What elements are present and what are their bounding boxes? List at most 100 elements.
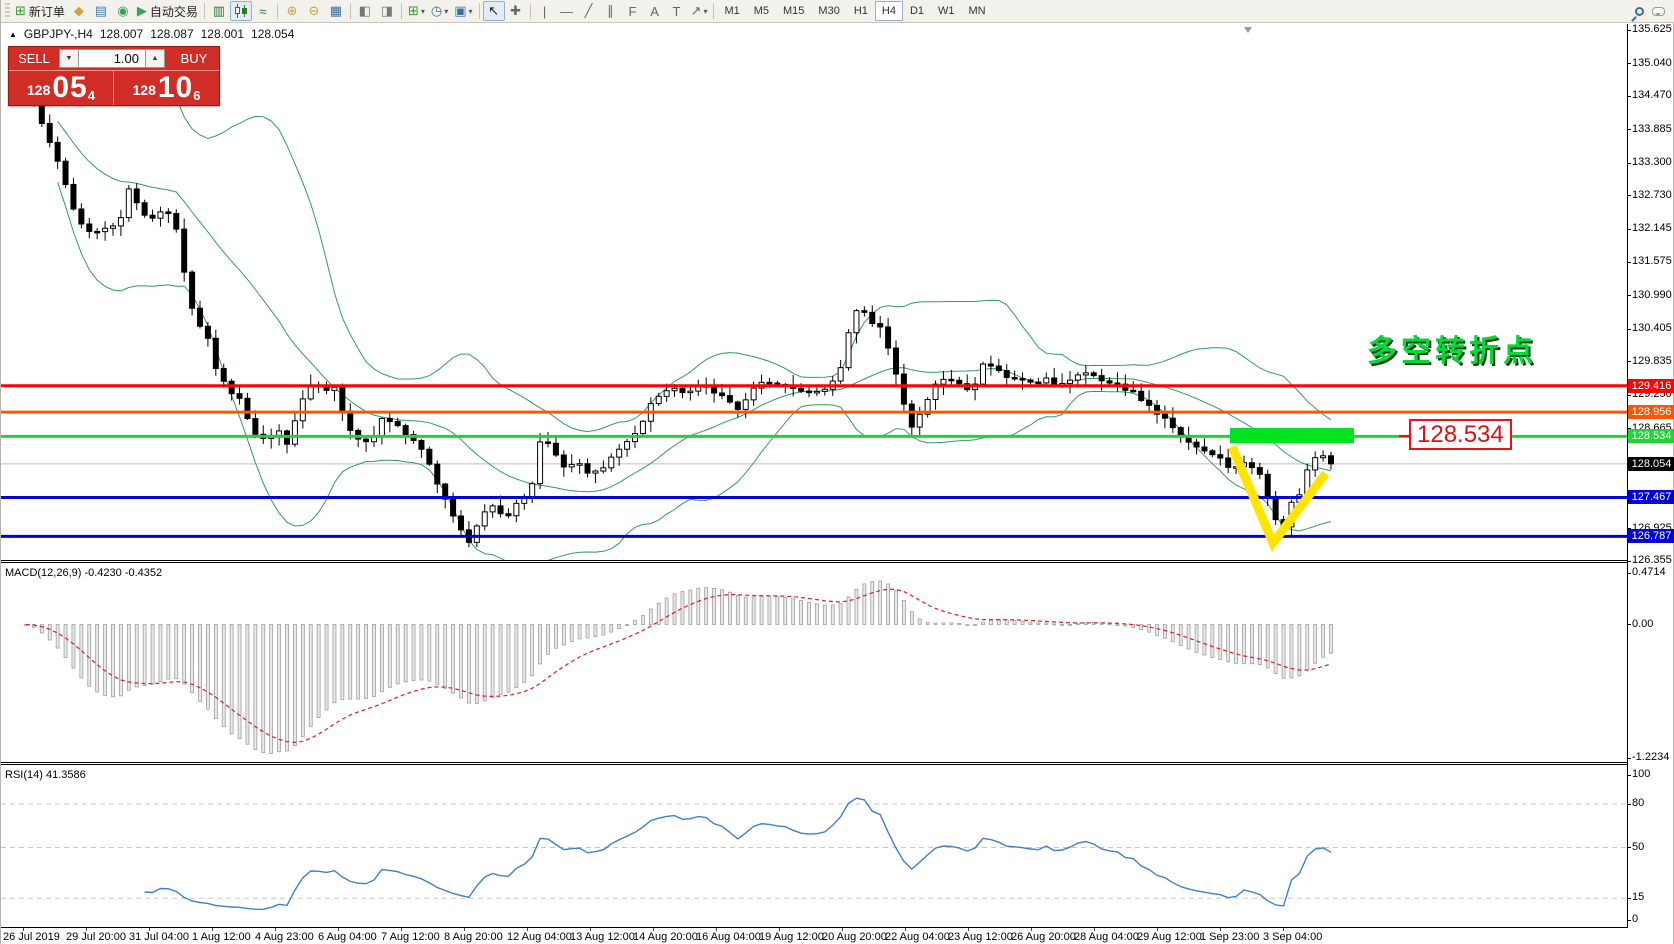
time-axis-label: 26 Aug 20:00 xyxy=(1011,931,1076,943)
timeframe-button-m30[interactable]: M30 xyxy=(811,1,846,21)
ohlc-close: 128.054 xyxy=(251,27,294,41)
time-axis-label: 12 Aug 04:00 xyxy=(507,931,572,943)
time-axis-label: 23 Aug 12:00 xyxy=(948,931,1013,943)
price-tick-mark xyxy=(1627,30,1631,31)
text-icon: A xyxy=(650,4,659,19)
dropdown-arrow-icon: ▾ xyxy=(421,7,425,16)
signals-button[interactable]: ◉ xyxy=(112,1,134,21)
auto-scroll-button[interactable]: ◧ xyxy=(354,1,376,21)
macd-tick-label: 0.4714 xyxy=(1632,566,1666,578)
crosshair-button[interactable]: ✚ xyxy=(505,1,527,21)
zoom-out-button[interactable]: ⊖ xyxy=(303,1,325,21)
price-tick-label: 133.300 xyxy=(1632,156,1672,168)
price-tick-mark xyxy=(1627,262,1631,263)
add-indicator-button[interactable]: ⊞▾ xyxy=(405,1,428,21)
line-chart-button[interactable]: ≈ xyxy=(252,1,274,21)
templates-button[interactable]: ▣▾ xyxy=(451,1,475,21)
time-axis-tick xyxy=(86,928,87,931)
time-axis-tick xyxy=(1220,928,1221,931)
toolbar-right-group xyxy=(1635,7,1673,16)
time-axis-tick xyxy=(527,928,528,931)
time-axis-tick xyxy=(149,928,150,931)
autotrading-button[interactable]: ▶自动交易 xyxy=(134,1,201,21)
macd-indicator-pane xyxy=(1,562,1627,763)
buy-button[interactable]: BUY xyxy=(169,47,219,70)
tile-windows-button[interactable]: ▦ xyxy=(325,1,347,21)
label-icon: T xyxy=(673,4,681,19)
vertical-line-icon: | xyxy=(543,4,546,19)
chat-icon[interactable] xyxy=(1652,7,1665,16)
sell-button[interactable]: SELL xyxy=(9,47,59,70)
channel-button[interactable]: ∥ xyxy=(600,1,622,21)
chart-annotation-text: 多空转折点 xyxy=(1367,326,1537,370)
new-order-label: 新订单 xyxy=(29,3,65,20)
bar-chart-button[interactable]: ▥ xyxy=(208,1,230,21)
time-axis-tick xyxy=(968,928,969,931)
rsi-tick-mark xyxy=(1627,920,1631,921)
market-watch-button[interactable]: ▤ xyxy=(90,1,112,21)
rsi-tick-mark xyxy=(1627,898,1631,899)
horizontal-line-button[interactable]: — xyxy=(556,1,578,21)
shapes-button[interactable]: ↗▾ xyxy=(688,1,711,21)
shapes-icon: ↗ xyxy=(691,3,702,19)
text-button[interactable]: A xyxy=(644,1,666,21)
timeframe-button-w1[interactable]: W1 xyxy=(931,1,962,21)
ask-prefix: 128 xyxy=(133,77,156,103)
new-order-button[interactable]: ⊞新订单 xyxy=(12,1,68,21)
price-tick-mark xyxy=(1627,229,1631,230)
chart-shift-button[interactable]: ◨ xyxy=(376,1,398,21)
time-axis-label: 29 Jul 20:00 xyxy=(66,931,126,943)
dropdown-arrow-icon: ▾ xyxy=(444,7,448,16)
rsi-tick-label: 80 xyxy=(1632,797,1644,809)
chart-ohlc-line: ▲ GBPJPY-,H4 128.007 128.087 128.001 128… xyxy=(9,27,294,41)
time-axis-tick xyxy=(1031,928,1032,931)
signals-icon: ◉ xyxy=(117,3,128,19)
price-tick-label: 131.575 xyxy=(1632,255,1672,267)
time-axis-label: 16 Aug 04:00 xyxy=(696,931,761,943)
periods-button[interactable]: ◷▾ xyxy=(428,1,451,21)
cursor-button[interactable]: ↖ xyxy=(483,1,505,21)
time-axis-label: 31 Jul 04:00 xyxy=(129,931,189,943)
zoom-in-button[interactable]: ⊕ xyxy=(281,1,303,21)
trendline-button[interactable]: ╱ xyxy=(578,1,600,21)
timeframe-button-h1[interactable]: H1 xyxy=(847,1,875,21)
timeframe-button-d1[interactable]: D1 xyxy=(903,1,931,21)
candlestick-chart-button[interactable] xyxy=(230,1,252,21)
time-axis-tick xyxy=(1157,928,1158,931)
timeframe-button-h4[interactable]: H4 xyxy=(875,1,903,21)
timeframe-button-m15[interactable]: M15 xyxy=(776,1,811,21)
volume-input[interactable] xyxy=(79,49,145,68)
time-axis-tick xyxy=(905,928,906,931)
tile-windows-icon: ▦ xyxy=(330,3,342,19)
fibonacci-button[interactable]: F xyxy=(622,1,644,21)
price-tick-mark xyxy=(1627,96,1631,97)
search-icon[interactable] xyxy=(1635,7,1644,16)
timeframe-button-m1[interactable]: M1 xyxy=(717,1,746,21)
time-axis-tick xyxy=(464,928,465,931)
price-tick-label: 129.835 xyxy=(1632,355,1672,367)
zoom-out-icon: ⊖ xyxy=(308,3,319,19)
time-axis-tick xyxy=(842,928,843,931)
time-axis-label: 14 Aug 20:00 xyxy=(633,931,698,943)
price-level-badge: 128.956 xyxy=(1628,405,1674,419)
vertical-line-button[interactable]: | xyxy=(534,1,556,21)
rsi-tick-label: 50 xyxy=(1632,841,1644,853)
current-price-badge: 128.054 xyxy=(1628,457,1674,471)
timeframe-button-m5[interactable]: M5 xyxy=(747,1,776,21)
profiles-button[interactable]: ◆ xyxy=(68,1,90,21)
trendline-icon: ╱ xyxy=(585,3,593,19)
volume-increase-stepper[interactable]: ▲ xyxy=(145,49,165,68)
label-button[interactable]: T xyxy=(666,1,688,21)
price-tick-mark xyxy=(1627,561,1631,562)
timeframe-button-mn[interactable]: MN xyxy=(962,1,993,21)
time-axis-tick xyxy=(590,928,591,931)
macd-tick-mark xyxy=(1627,758,1631,759)
time-axis-tick xyxy=(275,928,276,931)
bid-big: 05 xyxy=(52,73,87,103)
buy-price-button[interactable]: 128 10 6 xyxy=(114,71,219,105)
volume-decrease-stepper[interactable]: ▼ xyxy=(59,49,79,68)
price-callout-connector xyxy=(1399,435,1409,437)
rsi-tick-mark xyxy=(1627,847,1631,848)
sell-price-button[interactable]: 128 05 4 xyxy=(9,71,114,105)
price-tick-label: 135.625 xyxy=(1632,23,1672,35)
